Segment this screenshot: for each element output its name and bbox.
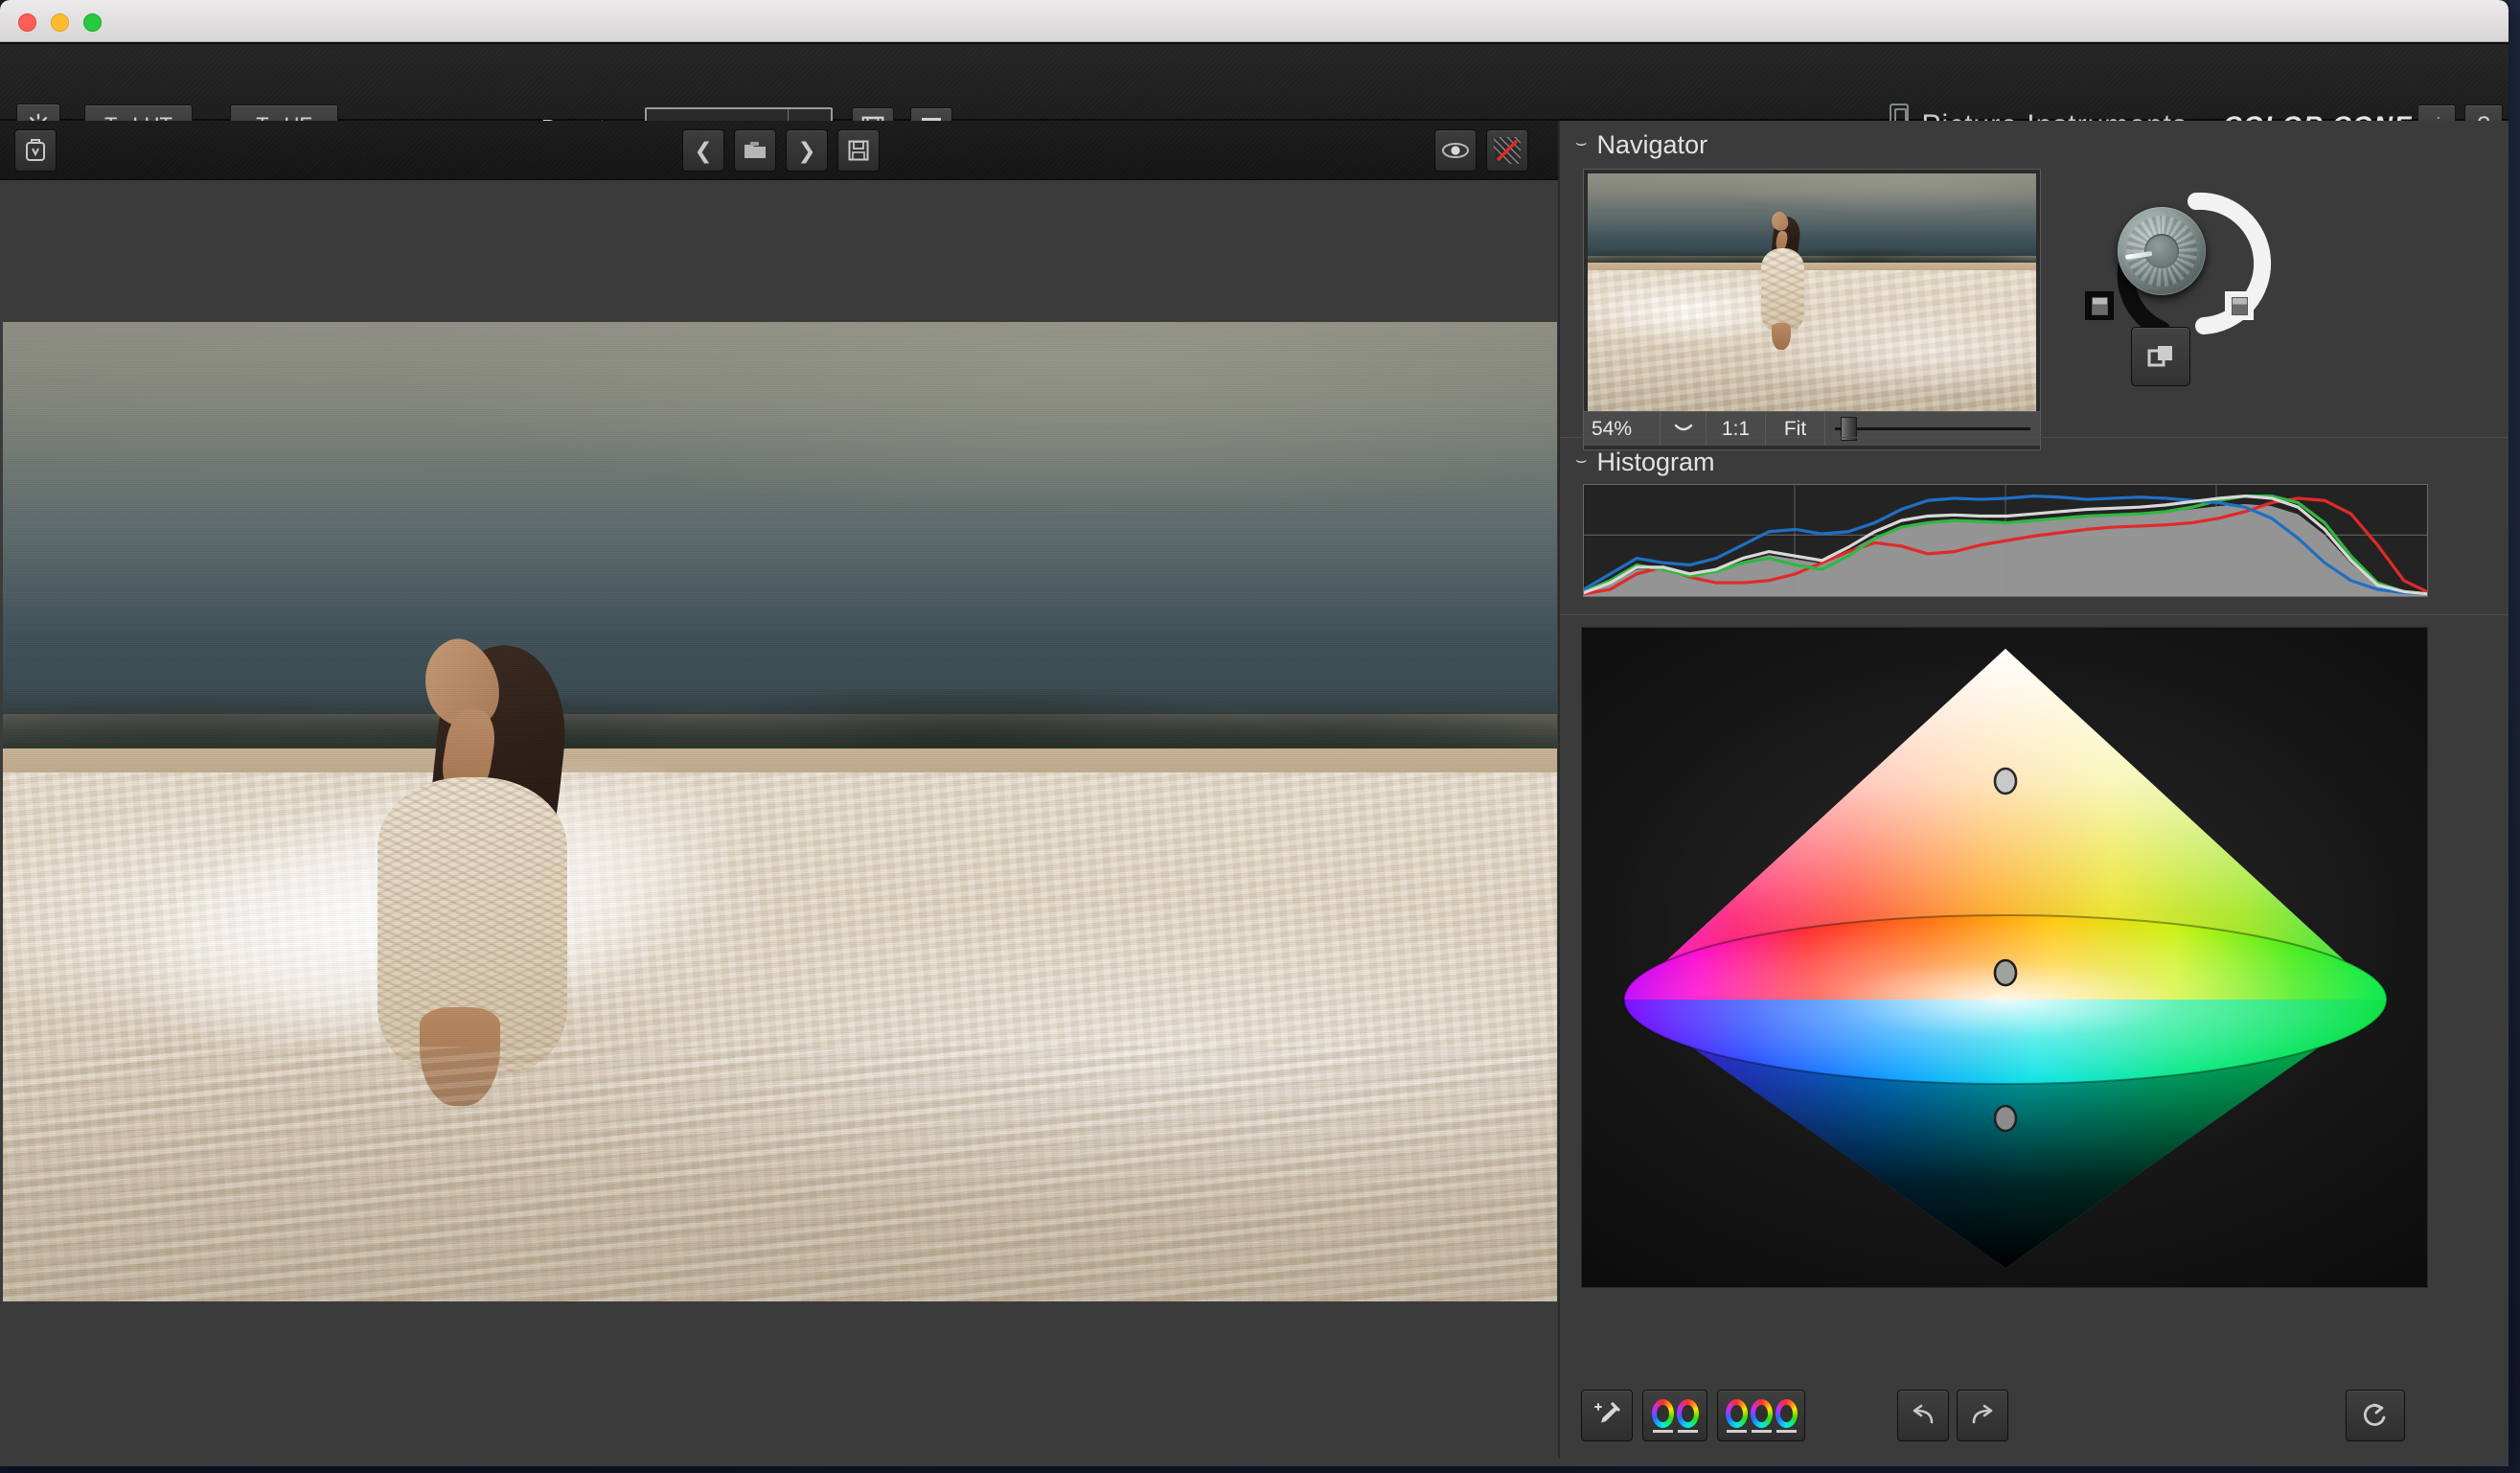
color-wheel-icon xyxy=(1651,1398,1674,1433)
undo-button[interactable] xyxy=(1897,1390,1949,1441)
save-image-button[interactable] xyxy=(837,129,880,172)
main-body: ❮ ❯ ⌣ Navigator 54% 1:1 Fit ⌣ Histogram xyxy=(0,121,2509,1466)
color-picker-button[interactable] xyxy=(1581,1390,1633,1441)
close-button[interactable] xyxy=(18,13,36,32)
window-titlebar xyxy=(0,0,2509,42)
image-toolbar: ❮ ❯ xyxy=(0,121,1558,180)
thumb-subject-dress xyxy=(1760,248,1804,331)
navigator-header[interactable]: ⌣ Navigator xyxy=(1560,121,2509,168)
toggle-preview-button[interactable] xyxy=(1434,129,1477,172)
duplicate-view-button[interactable] xyxy=(2131,327,2190,386)
color-bicone-icon xyxy=(1623,649,2388,1268)
preview-photo[interactable] xyxy=(3,322,1557,1301)
histogram-header[interactable]: ⌣ Histogram xyxy=(1560,438,2509,485)
reset-button[interactable] xyxy=(2346,1390,2405,1441)
redo-arrow-icon xyxy=(1972,1404,1993,1424)
batch-basket-button[interactable] xyxy=(14,129,57,172)
application-window: To LUT To UF Presets: xyxy=(0,0,2509,1466)
two-wheel-mode-button[interactable] xyxy=(1642,1390,1707,1441)
navigator-thumbnail-frame[interactable]: 54% 1:1 Fit xyxy=(1583,169,2041,450)
reset-circular-arrow-icon xyxy=(2363,1403,2386,1426)
color-cone-toolbar xyxy=(1560,1390,2509,1449)
minimize-button[interactable] xyxy=(51,13,69,32)
three-wheel-mode-button[interactable] xyxy=(1717,1390,1805,1441)
eyedropper-add-icon xyxy=(1594,1402,1620,1423)
image-canvas[interactable] xyxy=(0,180,1558,1466)
color-wheel-icon xyxy=(1750,1398,1773,1433)
histogram-panel: ⌣ Histogram xyxy=(1560,437,2509,614)
next-image-button[interactable]: ❯ xyxy=(786,129,828,172)
swatch-thumbnail-icon xyxy=(2091,296,2108,315)
thumb-subject-legs xyxy=(1771,323,1791,350)
application-toolbar: To LUT To UF Presets: xyxy=(0,42,2509,148)
swatch-thumbnail-icon xyxy=(2231,296,2248,315)
folder-icon xyxy=(745,142,766,158)
redo-button[interactable] xyxy=(1957,1390,2008,1441)
undo-arrow-icon xyxy=(1913,1404,1934,1424)
color-wheel-icon xyxy=(1775,1398,1798,1433)
shadows-handle xyxy=(1993,1104,2018,1133)
background-black-swatch[interactable] xyxy=(2085,291,2114,320)
color-cone-view[interactable] xyxy=(1581,627,2428,1288)
zoom-slider-track[interactable] xyxy=(1835,417,2030,441)
thumb-surf xyxy=(1588,269,2036,415)
color-wheel-icon xyxy=(1676,1398,1699,1433)
window-bottom-edge xyxy=(0,1459,2509,1466)
histogram-svg xyxy=(1584,485,2427,596)
highlights-handle xyxy=(1993,767,2018,795)
background-white-swatch[interactable] xyxy=(2225,291,2254,320)
navigator-thumbnail[interactable] xyxy=(1588,173,2036,415)
chevron-down-icon[interactable]: ⌣ xyxy=(1575,451,1588,470)
floppy-disk-icon xyxy=(848,140,869,161)
navigator-title: Navigator xyxy=(1596,130,1708,159)
histogram-plot[interactable] xyxy=(1583,484,2428,597)
image-area: ❮ ❯ xyxy=(0,121,1560,1466)
clipping-warning-icon xyxy=(1494,137,1521,164)
clipping-warning-button[interactable] xyxy=(1486,129,1528,172)
eye-icon xyxy=(1442,143,1469,158)
photo-foreground-foam xyxy=(3,1047,1557,1301)
histogram-title: Histogram xyxy=(1596,448,1715,476)
previous-image-button[interactable]: ❮ xyxy=(682,129,724,172)
midtones-handle xyxy=(1993,958,2018,987)
thumb-sky xyxy=(1588,173,2036,256)
zoom-button[interactable] xyxy=(83,13,102,32)
color-wheel-icon xyxy=(1725,1398,1748,1433)
copy-icon xyxy=(2147,346,2172,367)
photo-sky xyxy=(3,322,1557,714)
rotation-dial[interactable] xyxy=(2118,207,2206,295)
chevron-down-icon[interactable]: ⌣ xyxy=(1575,134,1588,152)
basket-icon xyxy=(26,139,45,161)
color-cone-panel xyxy=(1560,614,2509,1466)
open-folder-button[interactable] xyxy=(734,129,776,172)
right-panel: ⌣ Navigator 54% 1:1 Fit ⌣ Histogram xyxy=(1560,121,2509,1466)
photo-treeline xyxy=(3,689,1557,753)
navigator-panel: ⌣ Navigator 54% 1:1 Fit xyxy=(1560,121,2509,450)
